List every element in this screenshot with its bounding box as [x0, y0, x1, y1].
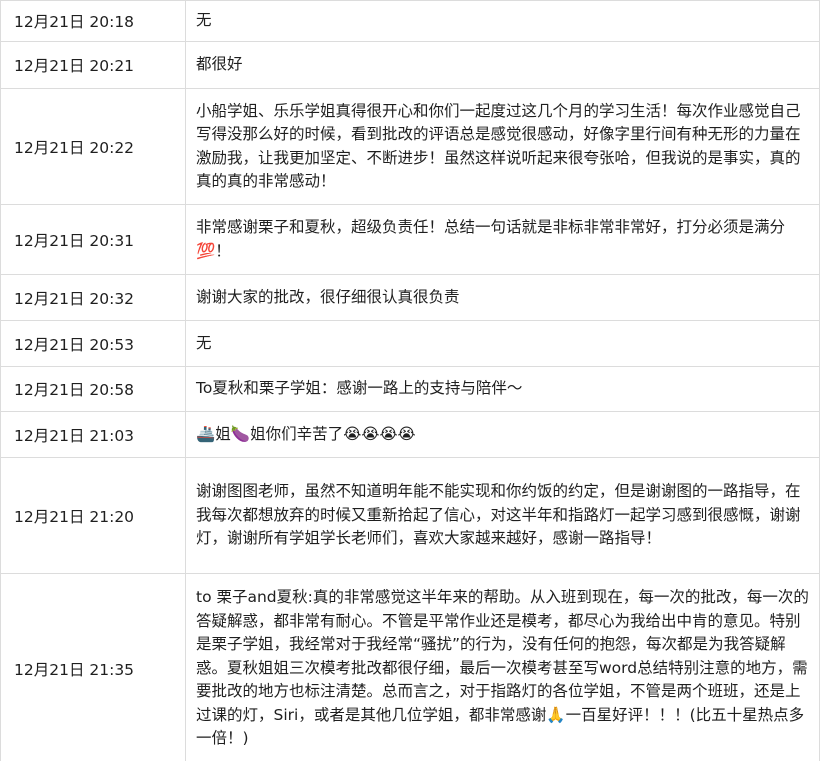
message-cell: 都很好 [186, 42, 820, 88]
message-text: 非常感谢栗子和夏秋，超级负责任！总结一句话就是非标非常非常好，打分必须是满分💯！ [196, 218, 786, 260]
table-row: 12月21日 20:21 都很好 [0, 42, 820, 89]
timestamp-cell: 12月21日 20:31 [0, 205, 186, 274]
timestamp-cell: 12月21日 21:03 [0, 412, 186, 457]
message-cell: 小船学姐、乐乐学姐真得很开心和你们一起度过这几个月的学习生活！每次作业感觉自己写… [186, 89, 820, 204]
table-row: 12月21日 20:58 To夏秋和栗子学姐：感谢一路上的支持与陪伴～ [0, 367, 820, 412]
table-row: 12月21日 21:35 to 栗子and夏秋:真的非常感觉这半年来的帮助。从入… [0, 574, 820, 761]
message-cell: 无 [186, 321, 820, 366]
timestamp-cell: 12月21日 21:20 [0, 458, 186, 573]
timestamp-cell: 12月21日 20:22 [0, 89, 186, 204]
timestamp-cell: 12月21日 20:53 [0, 321, 186, 366]
table-row: 12月21日 20:18 无 [0, 1, 820, 42]
message-cell: 无 [186, 1, 820, 41]
message-text: to 栗子and夏秋:真的非常感觉这半年来的帮助。从入班到现在，每一次的批改，每… [196, 588, 809, 748]
message-text: 都很好 [196, 55, 243, 74]
table-row: 12月21日 20:32 谢谢大家的批改，很仔细很认真很负责 [0, 275, 820, 321]
message-cell: to 栗子and夏秋:真的非常感觉这半年来的帮助。从入班到现在，每一次的批改，每… [186, 574, 820, 761]
message-text: To夏秋和栗子学姐：感谢一路上的支持与陪伴～ [196, 379, 523, 398]
message-cell: 谢谢图图老师，虽然不知道明年能不能实现和你约饭的约定，但是谢谢图的一路指导，在我… [186, 458, 820, 573]
message-cell: To夏秋和栗子学姐：感谢一路上的支持与陪伴～ [186, 367, 820, 411]
table-row: 12月21日 20:53 无 [0, 321, 820, 367]
table-row: 12月21日 20:31 非常感谢栗子和夏秋，超级负责任！总结一句话就是非标非常… [0, 205, 820, 275]
feedback-table: 12月21日 20:18 无 12月21日 20:21 都很好 12月21日 2… [0, 0, 820, 761]
message-text: 无 [196, 333, 212, 352]
timestamp-cell: 12月21日 21:35 [0, 574, 186, 761]
message-cell: 谢谢大家的批改，很仔细很认真很负责 [186, 275, 820, 320]
timestamp-cell: 12月21日 20:58 [0, 367, 186, 411]
message-text: 谢谢图图老师，虽然不知道明年能不能实现和你约饭的约定，但是谢谢图的一路指导，在我… [196, 482, 801, 548]
timestamp-cell: 12月21日 20:18 [0, 1, 186, 41]
message-text: 小船学姐、乐乐学姐真得很开心和你们一起度过这几个月的学习生活！每次作业感觉自己写… [196, 101, 801, 191]
message-text: 无 [196, 11, 212, 30]
timestamp-cell: 12月21日 20:21 [0, 42, 186, 88]
table-row: 12月21日 21:20 谢谢图图老师，虽然不知道明年能不能实现和你约饭的约定，… [0, 458, 820, 574]
message-cell: 非常感谢栗子和夏秋，超级负责任！总结一句话就是非标非常非常好，打分必须是满分💯！ [186, 205, 820, 274]
table-row: 12月21日 21:03 🚢姐🍆姐你们辛苦了😭😭😭😭 [0, 412, 820, 458]
message-text: 🚢姐🍆姐你们辛苦了😭😭😭😭 [196, 424, 416, 443]
table-row: 12月21日 20:22 小船学姐、乐乐学姐真得很开心和你们一起度过这几个月的学… [0, 89, 820, 205]
message-text: 谢谢大家的批改，很仔细很认真很负责 [196, 287, 460, 306]
timestamp-cell: 12月21日 20:32 [0, 275, 186, 320]
message-cell: 🚢姐🍆姐你们辛苦了😭😭😭😭 [186, 412, 820, 457]
